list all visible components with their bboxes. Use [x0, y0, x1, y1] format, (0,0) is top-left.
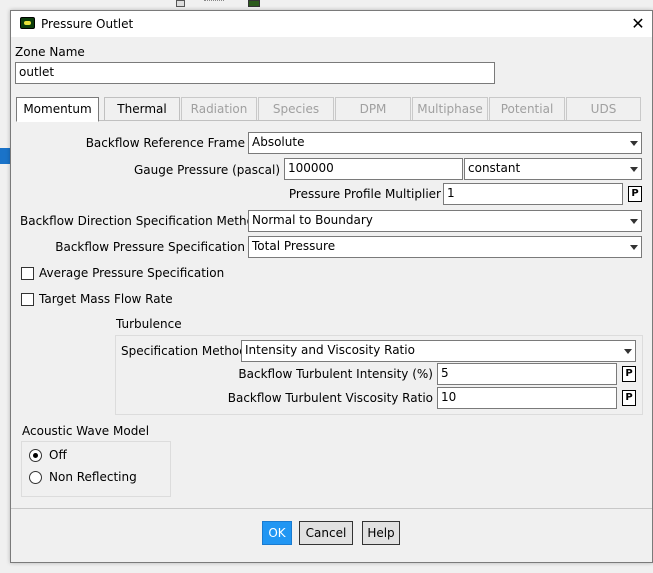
- backflow-direction-value: Normal to Boundary: [252, 213, 373, 227]
- help-button[interactable]: Help: [362, 521, 400, 545]
- tab-strip: Momentum Thermal Radiation Species DPM M…: [16, 97, 641, 122]
- acoustic-off-radio[interactable]: [29, 449, 42, 462]
- specification-method-value: Intensity and Viscosity Ratio: [245, 343, 415, 357]
- tab-momentum[interactable]: Momentum: [16, 97, 99, 122]
- pressure-outlet-dialog: Pressure Outlet ✕ Zone Name outlet Momen…: [10, 10, 653, 563]
- chevron-down-icon: [630, 141, 638, 146]
- gauge-pressure-method-select[interactable]: constant: [464, 158, 642, 180]
- turbulent-viscosity-ratio-label: Backflow Turbulent Viscosity Ratio: [227, 391, 433, 405]
- backflow-direction-label: Backflow Direction Specification Method: [20, 214, 262, 228]
- average-pressure-label: Average Pressure Specification: [39, 266, 225, 280]
- tab-divider: [16, 120, 641, 121]
- acoustic-non-reflecting-radio[interactable]: [29, 471, 42, 484]
- title-bar: Pressure Outlet ✕: [11, 11, 652, 37]
- tab-radiation[interactable]: Radiation: [181, 97, 257, 121]
- gauge-pressure-input[interactable]: 100000: [284, 158, 463, 180]
- backflow-pressure-value: Total Pressure: [252, 239, 336, 253]
- background-app-icon: [248, 0, 260, 7]
- background-selection-highlight: [0, 148, 10, 164]
- button-divider: [11, 508, 652, 509]
- background-app: [0, 0, 653, 10]
- ok-button[interactable]: OK: [262, 521, 292, 545]
- turbulent-intensity-input[interactable]: 5: [437, 363, 617, 385]
- backflow-reference-frame-select[interactable]: Absolute: [248, 132, 642, 154]
- target-mass-flow-checkbox[interactable]: [21, 293, 34, 306]
- close-icon[interactable]: ✕: [627, 13, 649, 35]
- parameter-button[interactable]: P: [622, 366, 636, 382]
- zone-name-label: Zone Name: [15, 45, 85, 59]
- parameter-button[interactable]: P: [622, 390, 636, 406]
- background-window-icon: [176, 0, 185, 7]
- dialog-title: Pressure Outlet: [41, 17, 134, 31]
- tab-potential[interactable]: Potential: [489, 97, 565, 121]
- parameter-button[interactable]: P: [628, 186, 642, 202]
- pressure-profile-multiplier-input[interactable]: 1: [443, 183, 623, 205]
- specification-method-select[interactable]: Intensity and Viscosity Ratio: [241, 340, 636, 362]
- backflow-direction-select[interactable]: Normal to Boundary: [248, 210, 642, 232]
- cancel-button[interactable]: Cancel: [299, 521, 353, 545]
- tab-multiphase[interactable]: Multiphase: [412, 97, 488, 121]
- acoustic-off-label: Off: [49, 448, 67, 462]
- backflow-reference-frame-label: Backflow Reference Frame: [85, 136, 245, 150]
- chevron-down-icon: [630, 167, 638, 172]
- acoustic-non-reflecting-label: Non Reflecting: [49, 470, 137, 484]
- target-mass-flow-label: Target Mass Flow Rate: [39, 292, 173, 306]
- acoustic-wave-model-group: [21, 441, 171, 497]
- backflow-reference-frame-value: Absolute: [252, 135, 305, 149]
- zone-name-input[interactable]: outlet: [15, 62, 495, 84]
- tab-dpm[interactable]: DPM: [335, 97, 411, 121]
- turbulent-viscosity-ratio-input[interactable]: 10: [437, 387, 617, 409]
- backflow-pressure-label: Backflow Pressure Specification: [55, 240, 245, 254]
- turbulence-title: Turbulence: [116, 317, 182, 331]
- average-pressure-checkbox[interactable]: [21, 267, 34, 280]
- backflow-pressure-select[interactable]: Total Pressure: [248, 236, 642, 258]
- tab-thermal[interactable]: Thermal: [104, 97, 180, 121]
- background-dots: [204, 0, 224, 2]
- tab-species[interactable]: Species: [258, 97, 334, 121]
- gauge-pressure-label: Gauge Pressure (pascal): [134, 163, 280, 177]
- pressure-profile-multiplier-label: Pressure Profile Multiplier: [288, 187, 441, 201]
- chevron-down-icon: [624, 349, 632, 354]
- chevron-down-icon: [630, 219, 638, 224]
- specification-method-label: Specification Method: [121, 344, 247, 358]
- acoustic-wave-model-title: Acoustic Wave Model: [22, 424, 150, 438]
- turbulent-intensity-label: Backflow Turbulent Intensity (%): [238, 367, 433, 381]
- chevron-down-icon: [630, 245, 638, 250]
- fluent-app-icon: [20, 17, 35, 29]
- gauge-pressure-method-value: constant: [468, 161, 521, 175]
- tab-uds[interactable]: UDS: [566, 97, 641, 121]
